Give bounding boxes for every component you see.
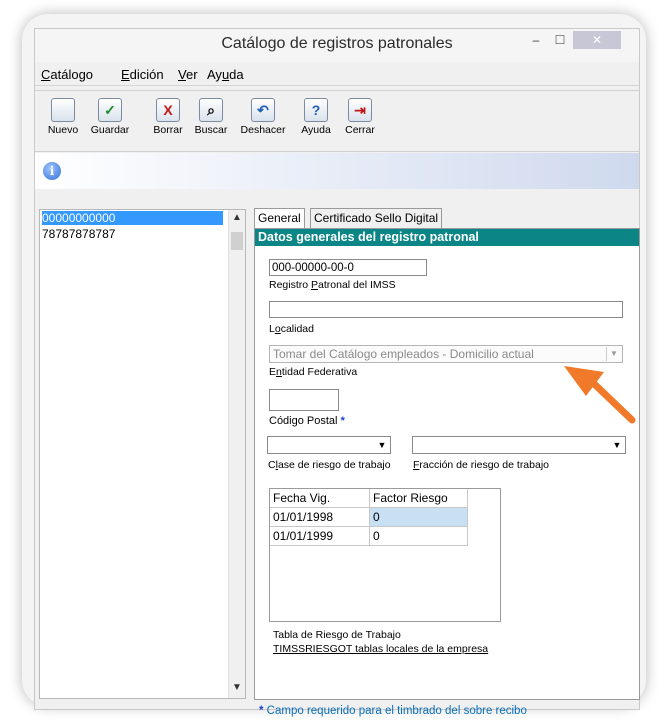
screenshot-frame: Catálogo de registros patronales – ☐ ✕ C… (0, 0, 666, 723)
annotation-arrow (564, 366, 636, 424)
